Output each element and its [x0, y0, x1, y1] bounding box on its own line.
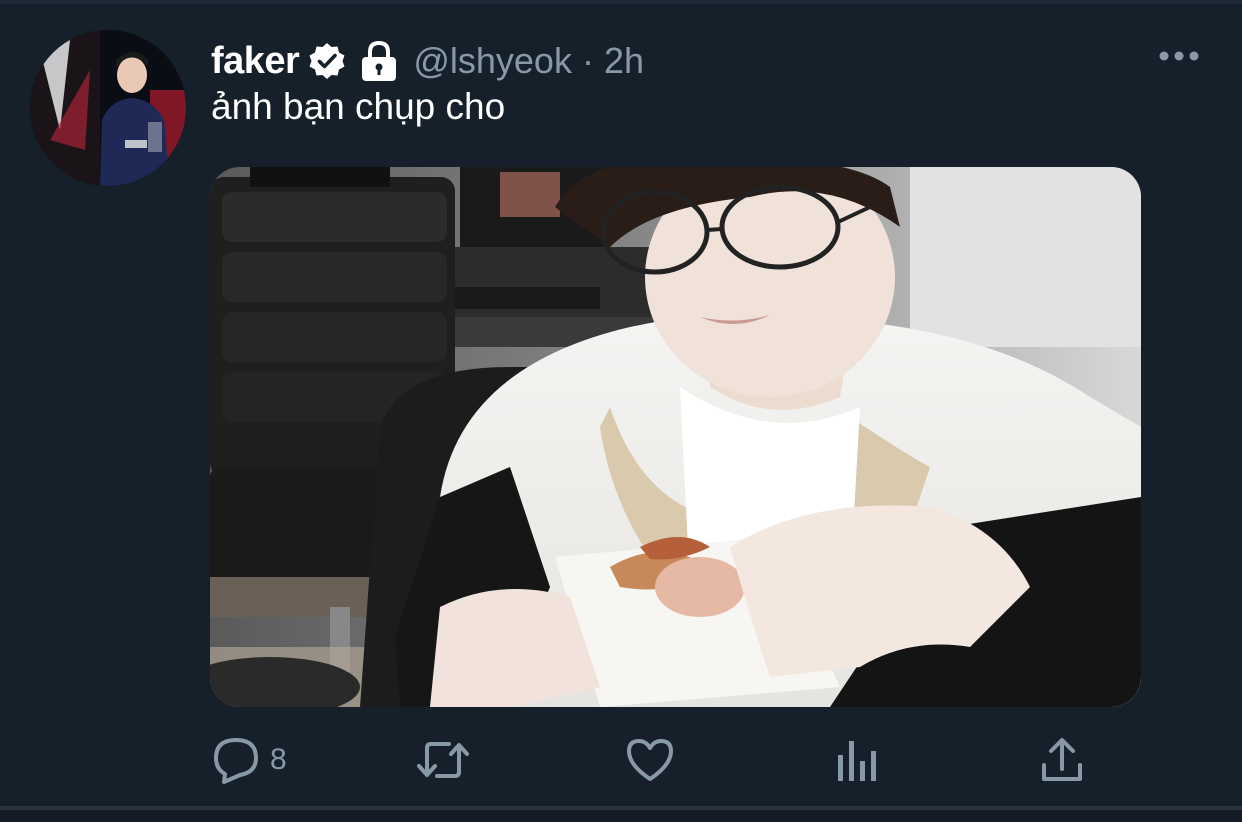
tweet-photo[interactable] [210, 167, 1141, 707]
avatar[interactable] [30, 30, 186, 186]
lock-icon [359, 40, 399, 82]
analytics-icon [838, 741, 876, 781]
tweet-text: ảnh bạn chụp cho [211, 86, 506, 127]
reply-icon [214, 738, 258, 784]
separator-dot: · [581, 40, 594, 81]
share-button[interactable] [1040, 730, 1084, 790]
next-tweet-edge [0, 810, 1242, 822]
verified-badge-icon [307, 41, 347, 81]
like-icon [627, 739, 673, 781]
reply-count: 8 [270, 743, 287, 776]
more-options-icon[interactable] [1158, 44, 1202, 68]
like-button[interactable] [625, 730, 675, 790]
retweet-icon [417, 742, 469, 778]
tweet-actions: 8 [210, 730, 1090, 790]
share-icon [1042, 738, 1082, 781]
analytics-button[interactable] [835, 730, 879, 790]
retweet-button[interactable] [415, 730, 471, 790]
user-handle[interactable]: @lshyeok [413, 40, 572, 82]
display-name[interactable]: faker [211, 40, 300, 83]
top-divider [0, 0, 1242, 4]
tweet-header: faker @lshyeok · 2h [211, 36, 644, 86]
reply-button[interactable]: 8 [210, 730, 287, 790]
timestamp[interactable]: 2h [604, 40, 644, 82]
